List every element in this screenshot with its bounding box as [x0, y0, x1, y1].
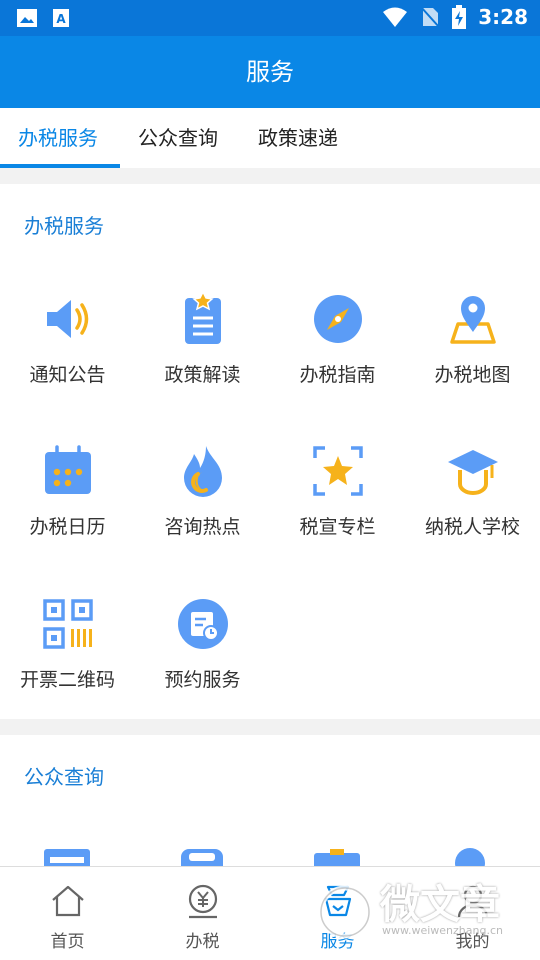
- flame-icon: [183, 446, 222, 497]
- person-icon: [455, 848, 485, 866]
- tab-public-query[interactable]: 公众查询: [138, 108, 218, 168]
- qrcode-icon: [42, 599, 93, 649]
- grid-item-column[interactable]: 税宣专栏: [270, 444, 405, 539]
- calendar-icon: [44, 445, 91, 494]
- appointment-icon: [177, 599, 228, 649]
- grid-item-policy[interactable]: 政策解读: [135, 292, 270, 387]
- star-frame-icon: [312, 446, 363, 496]
- tab-bar: 办税服务 公众查询 政策速递: [0, 108, 540, 168]
- section-title: 公众查询: [24, 765, 104, 789]
- map-pin-icon: [449, 296, 496, 344]
- car-icon: [181, 849, 223, 866]
- nav-service[interactable]: 服务: [270, 867, 405, 960]
- grid-item-appointment[interactable]: 预约服务: [135, 597, 270, 692]
- status-bar: A 3:28: [0, 0, 540, 36]
- app-bar: 服务: [0, 36, 540, 108]
- service-icon: [324, 885, 351, 917]
- user-icon: [457, 885, 488, 918]
- section-title: 办税服务: [24, 214, 104, 238]
- nav-label: 服务: [320, 932, 355, 952]
- section-tax-service: 办税服务 通知公告 政策解读 办税指南 办税地图 办税日历 咨询热点 税宣专栏 …: [0, 184, 540, 719]
- tab-policy-express[interactable]: 政策速递: [258, 108, 338, 168]
- grid-item-calendar[interactable]: 办税日历: [0, 444, 135, 539]
- image-icon: [17, 9, 37, 27]
- document-star-icon: [184, 292, 221, 344]
- svg-text:A: A: [56, 12, 66, 26]
- nav-label: 办税: [185, 932, 220, 952]
- home-icon: [51, 885, 84, 917]
- speaker-icon: [46, 300, 88, 338]
- partial-icon-2[interactable]: [175, 845, 229, 866]
- grid-item-label: 税宣专栏: [299, 516, 376, 538]
- grid-item-label: 纳税人学校: [424, 516, 520, 538]
- partial-icon-1[interactable]: [40, 845, 94, 866]
- compass-icon: [313, 295, 362, 343]
- grid-item-label: 咨询热点: [164, 516, 241, 538]
- tab-tax-service[interactable]: 办税服务: [18, 108, 98, 168]
- nav-mine[interactable]: 我的: [405, 867, 540, 960]
- grid-item-map[interactable]: 办税地图: [405, 292, 540, 387]
- tax-yen-icon: [188, 884, 217, 919]
- status-time: 3:28: [478, 5, 528, 29]
- no-sim-icon: [420, 6, 440, 28]
- grid-item-label: 通知公告: [29, 364, 106, 386]
- grid-item-label: 政策解读: [164, 364, 241, 386]
- nav-label: 我的: [455, 932, 490, 952]
- briefcase-icon: [314, 849, 360, 866]
- nav-tax[interactable]: 办税: [135, 867, 270, 960]
- grid-item-label: 开票二维码: [19, 669, 115, 691]
- grid-item-notice[interactable]: 通知公告: [0, 292, 135, 387]
- graduation-cap-icon: [447, 450, 498, 495]
- nav-home[interactable]: 首页: [0, 867, 135, 960]
- grid-item-school[interactable]: 纳税人学校: [405, 444, 540, 539]
- wifi-icon: [383, 7, 408, 27]
- active-tab-indicator: [0, 164, 120, 168]
- battery-charging-icon: [452, 5, 467, 29]
- section-public-query: 公众查询: [0, 735, 540, 866]
- partial-icon-4[interactable]: [445, 845, 499, 866]
- card-icon: [44, 849, 90, 866]
- page-title: 服务: [246, 58, 294, 86]
- grid-item-hotspot[interactable]: 咨询热点: [135, 444, 270, 539]
- partial-icon-3[interactable]: [310, 845, 364, 866]
- nav-label: 首页: [50, 932, 85, 952]
- grid-item-label: 办税日历: [29, 516, 106, 538]
- grid-item-qrcode[interactable]: 开票二维码: [0, 597, 135, 692]
- grid-item-label: 办税地图: [434, 364, 511, 386]
- grid-item-label: 预约服务: [164, 669, 241, 691]
- grid-item-guide[interactable]: 办税指南: [270, 292, 405, 387]
- grid-item-label: 办税指南: [299, 364, 376, 386]
- text-icon: A: [53, 9, 69, 27]
- bottom-nav: 首页 办税 服务 我的: [0, 866, 540, 960]
